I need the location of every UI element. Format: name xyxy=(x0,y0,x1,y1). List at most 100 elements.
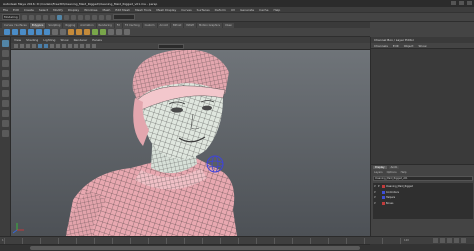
step-back-icon[interactable] xyxy=(440,238,445,243)
menu-display[interactable]: Display xyxy=(68,8,79,12)
menu-help[interactable]: Help xyxy=(273,8,280,12)
layer-color-swatch[interactable] xyxy=(382,185,385,189)
panel-menu-renderer[interactable]: Renderer xyxy=(74,38,88,42)
menu-windows[interactable]: Windows xyxy=(84,8,97,12)
outliner-layout-icon[interactable] xyxy=(1,130,9,137)
menu-uv[interactable]: UV xyxy=(231,8,235,12)
smooth-icon[interactable] xyxy=(108,29,114,35)
input-line-field[interactable] xyxy=(113,14,135,20)
extrude-icon[interactable] xyxy=(68,29,74,35)
wireframe-icon[interactable] xyxy=(38,44,42,48)
separate-icon[interactable] xyxy=(60,29,66,35)
command-line[interactable] xyxy=(370,244,474,251)
minimize-icon[interactable] xyxy=(451,1,456,5)
menu-deform[interactable]: Deform xyxy=(215,8,226,12)
poly-torus-icon[interactable] xyxy=(36,29,42,35)
camera-attributes-icon[interactable] xyxy=(14,44,18,48)
go-to-end-icon[interactable] xyxy=(461,238,466,243)
bridge-icon[interactable] xyxy=(76,29,82,35)
cb-menu-object[interactable]: Object xyxy=(404,44,414,48)
smooth-shade-icon[interactable] xyxy=(44,44,48,48)
visibility-toggle[interactable]: V xyxy=(374,196,377,199)
shadows-icon[interactable] xyxy=(62,44,66,48)
image-plane-icon[interactable] xyxy=(26,44,30,48)
menu-mesh[interactable]: Mesh xyxy=(103,8,111,12)
menu-generate[interactable]: Generate xyxy=(240,8,254,12)
visibility-toggle[interactable]: V xyxy=(374,202,377,205)
xray-icon[interactable] xyxy=(80,44,84,48)
xray-joints-icon[interactable] xyxy=(86,44,90,48)
tab-anim[interactable]: Anim xyxy=(388,166,400,169)
camera-field[interactable] xyxy=(158,43,184,49)
layer-color-swatch[interactable] xyxy=(382,201,385,205)
visibility-toggle[interactable]: V xyxy=(374,191,377,194)
time-slider[interactable]: 1 120 xyxy=(0,236,474,244)
menu-select[interactable]: Select xyxy=(39,8,48,12)
menu-create[interactable]: Create xyxy=(24,8,34,12)
undo-icon[interactable] xyxy=(43,14,48,20)
ipr-render-icon[interactable] xyxy=(106,14,111,20)
grid-icon[interactable] xyxy=(32,44,36,48)
lights-icon[interactable] xyxy=(56,44,60,48)
menu-edit[interactable]: Edit xyxy=(13,8,19,12)
perspective-viewport[interactable] xyxy=(11,50,370,236)
layer-scene-field[interactable]: Cleaning_Maid_Rigged_v01 xyxy=(373,176,473,181)
poly-cylinder-icon[interactable] xyxy=(20,29,26,35)
panel-menu-shading[interactable]: Shading xyxy=(26,38,38,42)
menu-mesh-display[interactable]: Mesh Display xyxy=(156,8,176,12)
panel-menu-show[interactable]: Show xyxy=(60,38,68,42)
layer-color-swatch[interactable] xyxy=(382,190,385,194)
four-view-layout-icon[interactable] xyxy=(1,120,9,127)
move-tool-icon[interactable] xyxy=(1,70,9,77)
layer-menu-layers[interactable]: Layers xyxy=(374,171,383,174)
poly-cube-icon[interactable] xyxy=(12,29,18,35)
snap-curve-icon[interactable] xyxy=(85,14,90,20)
maximize-icon[interactable] xyxy=(459,1,464,5)
scale-tool-icon[interactable] xyxy=(1,90,9,97)
save-scene-icon[interactable] xyxy=(36,14,41,20)
isolate-select-icon[interactable] xyxy=(74,44,78,48)
channel-list[interactable] xyxy=(371,49,474,164)
menu-cache[interactable]: Cache xyxy=(259,8,268,12)
menu-mesh-tools[interactable]: Mesh Tools xyxy=(135,8,151,12)
play-icon[interactable] xyxy=(447,238,452,243)
textured-icon[interactable] xyxy=(50,44,54,48)
gamma-icon[interactable] xyxy=(92,44,96,48)
select-hierarchy-icon[interactable] xyxy=(57,14,62,20)
close-icon[interactable] xyxy=(467,1,472,5)
menu-modify[interactable]: Modify xyxy=(53,8,63,12)
cb-menu-channels[interactable]: Channels xyxy=(374,44,388,48)
snap-point-icon[interactable] xyxy=(92,14,97,20)
menu-curves[interactable]: Curves xyxy=(181,8,191,12)
layer-menu-help[interactable]: Help xyxy=(401,171,407,174)
lasso-tool-icon[interactable] xyxy=(1,50,9,57)
tab-display[interactable]: Display xyxy=(373,166,387,169)
visibility-toggle[interactable]: V xyxy=(374,185,377,188)
menu-edit-mesh[interactable]: Edit Mesh xyxy=(115,8,130,12)
ambient-occlusion-icon[interactable] xyxy=(68,44,72,48)
select-component-icon[interactable] xyxy=(71,14,76,20)
snap-grid-icon[interactable] xyxy=(78,14,83,20)
uv-editor-icon[interactable] xyxy=(124,29,130,35)
panel-menu-panels[interactable]: Panels xyxy=(92,38,102,42)
panel-menu-view[interactable]: View xyxy=(14,38,21,42)
layer-menu-options[interactable]: Options xyxy=(387,171,397,174)
menuset-dropdown[interactable]: Modeling xyxy=(2,14,20,20)
menu-file[interactable]: File xyxy=(3,8,8,12)
panel-menu-lighting[interactable]: Lighting xyxy=(43,38,55,42)
menu-surfaces[interactable]: Surfaces xyxy=(197,8,210,12)
layer-row[interactable]: V Bones xyxy=(373,201,473,207)
open-scene-icon[interactable] xyxy=(29,14,34,20)
select-tool-icon[interactable] xyxy=(1,40,9,47)
redo-icon[interactable] xyxy=(50,14,55,20)
rotate-tool-icon[interactable] xyxy=(1,80,9,87)
render-icon[interactable] xyxy=(99,14,104,20)
multi-cut-icon[interactable] xyxy=(92,29,98,35)
poly-cone-icon[interactable] xyxy=(28,29,34,35)
range-handle[interactable] xyxy=(30,246,360,250)
new-scene-icon[interactable] xyxy=(22,14,27,20)
single-view-layout-icon[interactable] xyxy=(1,110,9,117)
poly-plane-icon[interactable] xyxy=(44,29,50,35)
paint-select-icon[interactable] xyxy=(1,60,9,67)
bookmark-icon[interactable] xyxy=(20,44,24,48)
